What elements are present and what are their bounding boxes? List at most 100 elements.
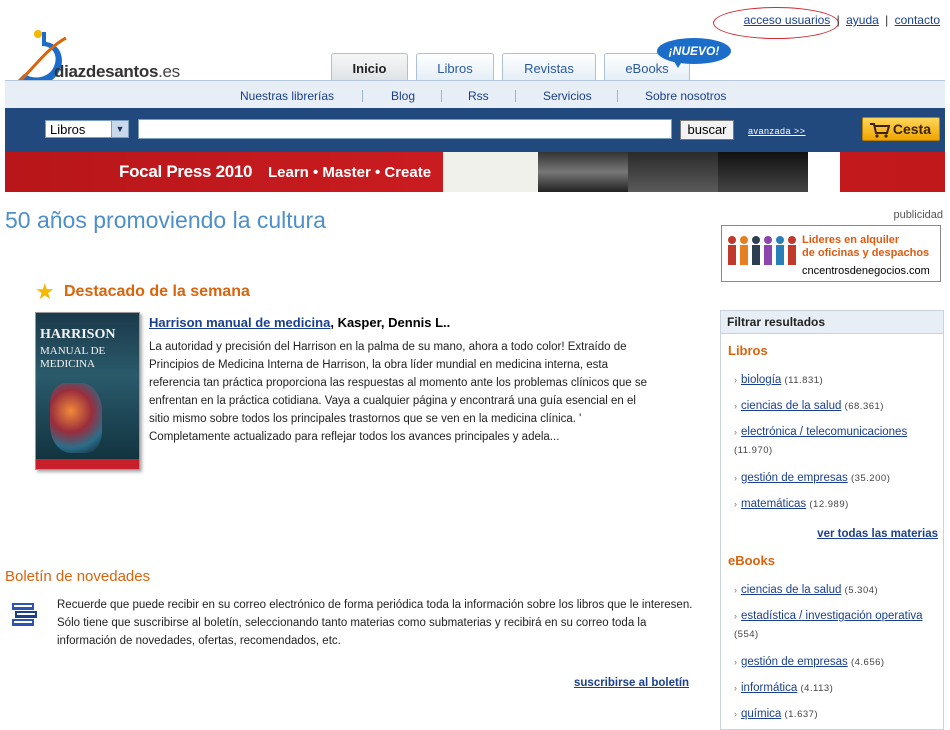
filter-link[interactable]: gestión de empresas — [741, 656, 848, 668]
nuevo-badge: ¡NUEVO! — [657, 38, 731, 64]
featured-book-author: , Kasper, Dennis L.. — [330, 315, 451, 330]
banner-book-thumb — [443, 152, 538, 192]
banner-book-thumb — [718, 152, 808, 192]
filter-item: › electrónica / telecomunicaciones (11.970… — [734, 423, 939, 460]
subnav-item-blog[interactable]: Blog — [391, 81, 415, 111]
arrow-icon: › — [734, 709, 737, 719]
featured-book-title: Harrison manual de medicina, Kasper, Den… — [149, 315, 450, 330]
search-input[interactable] — [138, 119, 672, 139]
people-icon — [728, 236, 796, 265]
advanced-search-link[interactable]: avanzada >> — [748, 126, 806, 136]
filter-count: (11.970) — [734, 445, 773, 456]
filter-count: (11.831) — [784, 375, 824, 386]
divider — [441, 90, 442, 102]
banner-slogan: Learn • Master • Create — [268, 164, 432, 181]
filter-link[interactable]: ciencias de la salud — [741, 400, 841, 412]
search-button[interactable]: buscar — [680, 120, 734, 140]
featured-book-link[interactable]: Harrison manual de medicina — [149, 315, 330, 330]
book-cover-subtitle-2: MEDICINA — [40, 358, 95, 370]
star-icon: ★ — [35, 279, 55, 304]
filter-link[interactable]: matemáticas — [741, 498, 806, 510]
see-all-subjects-link[interactable]: ver todas las materias — [817, 528, 938, 540]
separator: | — [836, 13, 840, 27]
book-cover-subtitle: MANUAL DE MEDICINA — [40, 345, 105, 371]
cart-button[interactable]: Cesta — [862, 117, 940, 141]
book-cover-title: HARRISON — [40, 327, 116, 342]
featured-section-title: Destacado de la semana — [64, 283, 250, 300]
banner-brand: Focal Press 2010 — [119, 162, 253, 181]
filter-count: (4.656) — [850, 657, 885, 668]
site-logo[interactable]: diazdesantos.es — [6, 28, 206, 88]
arrow-icon: › — [734, 427, 737, 437]
filter-link[interactable]: informática — [741, 682, 797, 694]
ad-box[interactable]: Lideres en alquiler de oficinas y despach… — [721, 225, 941, 282]
filter-item: › gestión de empresas (35.200) — [734, 469, 939, 488]
banner-book-thumb — [538, 152, 628, 192]
ad-line-1: Lideres en alquiler — [802, 234, 900, 246]
subnav-item-rss[interactable]: Rss — [468, 81, 489, 111]
top-links: acceso usuarios | ayuda | contacto — [744, 13, 940, 27]
filter-count: (68.361) — [844, 401, 884, 412]
filter-ebooks-title: eBooks — [728, 553, 775, 568]
filter-item: › informática (4.113) — [734, 679, 939, 698]
newsletter-title: Boletín de novedades — [5, 568, 151, 585]
logo-tld: .es — [158, 62, 180, 81]
subnav-item-sobre[interactable]: Sobre nosotros — [645, 81, 726, 111]
arrow-icon: › — [734, 611, 737, 621]
filter-link[interactable]: gestión de empresas — [741, 472, 848, 484]
arrow-icon: › — [734, 585, 737, 595]
filter-item: › ciencias de la salud (5.304) — [734, 581, 939, 600]
ayuda-link[interactable]: ayuda — [846, 13, 879, 27]
ad-title: Lideres en alquiler de oficinas y despach… — [802, 234, 929, 260]
subnav-item-librerias[interactable]: Nuestras librerías — [240, 81, 334, 111]
subscribe-link[interactable]: suscribirse al boletín — [574, 677, 689, 689]
book-cover[interactable]: HARRISON MANUAL DE MEDICINA — [35, 312, 140, 470]
acceso-usuarios-link[interactable]: acceso usuarios — [744, 13, 831, 27]
filter-count: (4.113) — [800, 683, 834, 694]
filter-link[interactable]: ciencias de la salud — [741, 584, 841, 596]
filter-item: › estadística / investigación operativa (5… — [734, 607, 939, 644]
search-bar: Libros ▼ buscar avanzada >> Cesta — [5, 108, 945, 152]
contacto-link[interactable]: contacto — [895, 13, 940, 27]
filter-item: › ciencias de la salud (68.361) — [734, 397, 939, 416]
filter-item: › matemáticas (12.989) — [734, 495, 939, 514]
divider — [617, 90, 618, 102]
filter-link[interactable]: estadística / investigación operativa — [741, 610, 923, 622]
tab-inicio[interactable]: Inicio — [331, 53, 408, 81]
category-select[interactable]: Libros ▼ — [45, 120, 129, 138]
ad-label: publicidad — [893, 209, 943, 221]
secondary-nav: Nuestras librerías Blog Rss Servicios So… — [5, 80, 945, 109]
filter-item: › gestión de empresas (4.656) — [734, 653, 939, 672]
book-cover-art — [50, 383, 102, 453]
arrow-icon: › — [734, 375, 737, 385]
divider — [362, 90, 363, 102]
filter-count: (12.989) — [809, 499, 849, 510]
filter-item: › biología (11.831) — [734, 371, 939, 390]
chevron-down-icon[interactable]: ▼ — [111, 121, 128, 137]
promo-banner[interactable]: Focal Press 2010 Learn • Master • Create — [5, 152, 945, 192]
filter-libros-title: Libros — [728, 343, 768, 358]
ad-domain: cncentrosdenegocios.com — [802, 265, 930, 277]
divider — [515, 90, 516, 102]
page-headline: 50 años promoviendo la cultura — [5, 207, 326, 233]
filter-panel: Filtrar resultados Libros › biología (11.… — [720, 310, 944, 730]
filter-link[interactable]: química — [741, 708, 781, 720]
book-cover-subtitle-1: MANUAL DE — [40, 345, 106, 357]
filter-link[interactable]: biología — [741, 374, 781, 386]
subnav-item-servicios[interactable]: Servicios — [543, 81, 592, 111]
ad-line-2: de oficinas y despachos — [802, 247, 930, 259]
separator: | — [885, 13, 889, 27]
arrow-icon: › — [734, 657, 737, 667]
tab-libros[interactable]: Libros — [416, 53, 494, 81]
filter-count: (554) — [734, 629, 759, 640]
books-icon — [12, 603, 37, 626]
focal-press-logo — [808, 152, 840, 192]
featured-book-description: La autoridad y precisión del Harrison en… — [149, 341, 647, 443]
filter-count: (5.304) — [844, 585, 879, 596]
filter-link[interactable]: electrónica / telecomunicaciones — [741, 426, 907, 438]
logo-name: diazdesantos — [54, 62, 159, 81]
arrow-icon: › — [734, 473, 737, 483]
arrow-icon: › — [734, 683, 737, 693]
cart-icon — [870, 123, 891, 138]
tab-revistas[interactable]: Revistas — [502, 53, 596, 81]
